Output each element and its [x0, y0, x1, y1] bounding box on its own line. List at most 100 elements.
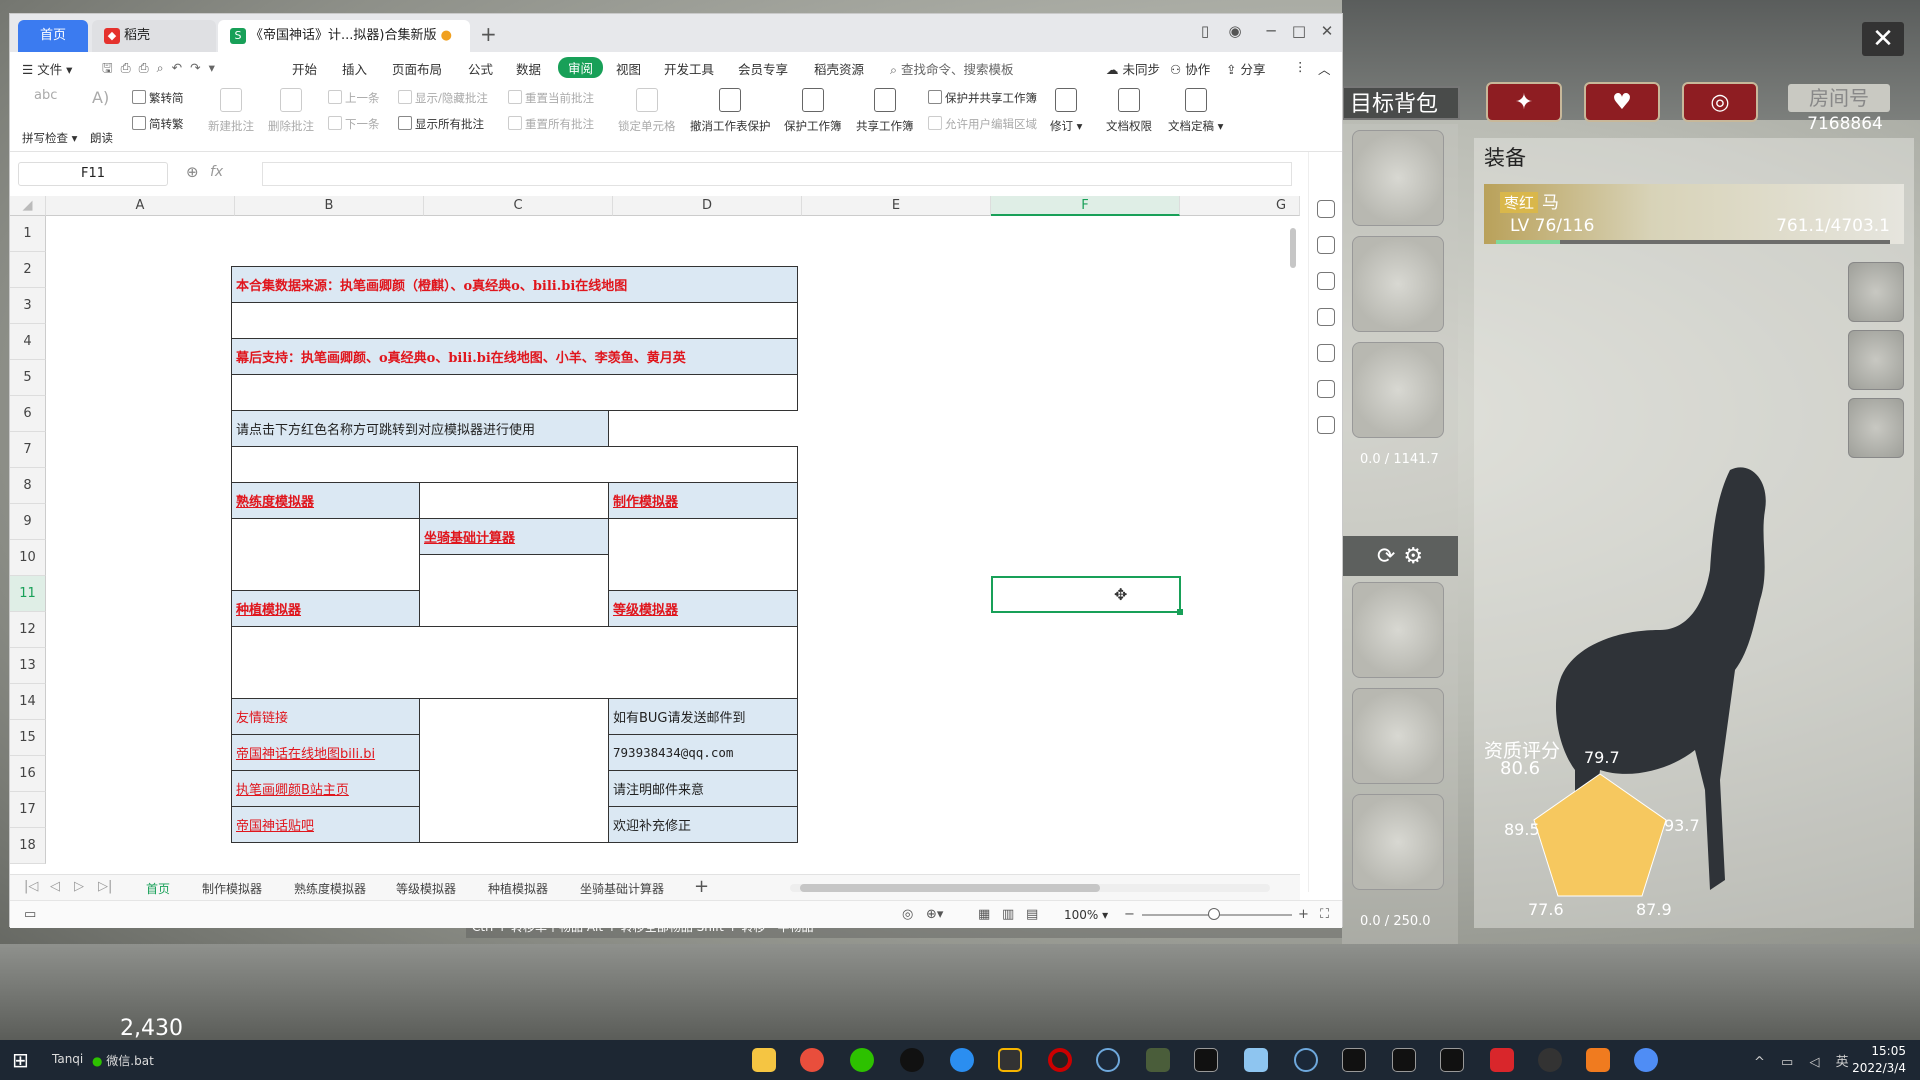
fx-icon[interactable]: fx [210, 164, 223, 180]
qq-icon[interactable] [900, 1048, 924, 1072]
file-menu[interactable]: ☰ 文件 ▾ [22, 59, 72, 78]
row-header[interactable]: 1 [10, 216, 46, 252]
taskbar-wechat-item[interactable]: ● 微信.bat [92, 1052, 154, 1069]
menu-page-layout[interactable]: 页面布局 [392, 59, 442, 78]
blue-app-icon[interactable] [1634, 1048, 1658, 1072]
g-app-icon[interactable] [998, 1048, 1022, 1072]
menu-docer-resources[interactable]: 稻壳资源 [814, 59, 864, 78]
row-header[interactable]: 12 [10, 612, 46, 648]
m-app-icon[interactable] [1440, 1048, 1464, 1072]
menu-review[interactable]: 审阅 [558, 57, 604, 78]
sheet-tab-proficiency[interactable]: 熟练度模拟器 [294, 880, 366, 897]
row-header[interactable]: 13 [10, 648, 46, 684]
bag-slot[interactable] [1352, 342, 1444, 438]
pin-icon[interactable] [1317, 200, 1335, 218]
sort-icon[interactable]: ⚙ [1403, 544, 1423, 569]
column-header-c[interactable]: C [424, 196, 613, 216]
spreadsheet-grid[interactable]: ◢ A B C D E F G 1 2 3 4 5 6 7 8 9 10 11 … [10, 196, 1300, 886]
spell-check-button[interactable]: 拼写检查 ▾ [22, 130, 77, 146]
sync-status[interactable]: ☁ 未同步 [1106, 59, 1160, 78]
close-button[interactable]: ✕ [1314, 22, 1340, 44]
doc-permission-button[interactable]: 文档权限 [1106, 88, 1152, 134]
row-header[interactable]: 7 [10, 432, 46, 468]
refresh-icon[interactable]: ⟳ [1377, 544, 1395, 569]
collapse-ribbon-icon[interactable]: ︿ [1318, 59, 1331, 78]
empty-cell[interactable] [231, 374, 798, 411]
feather-app-icon[interactable] [1244, 1048, 1268, 1072]
menu-view[interactable]: 视图 [616, 59, 641, 78]
empty-cell[interactable] [231, 626, 798, 699]
friend-links-header[interactable]: 友情链接 [231, 698, 420, 735]
name-box[interactable]: F11 [18, 162, 168, 186]
support-credit-cell[interactable]: 幕后支持：执笔画卿颜、o真经典o、bili.bi在线地图、小羊、李羡鱼、黄月英 [231, 338, 798, 375]
browser-icon[interactable] [800, 1048, 824, 1072]
row-header[interactable]: 16 [10, 756, 46, 792]
orange-app-icon[interactable] [1586, 1048, 1610, 1072]
format-icon[interactable] [1317, 308, 1335, 326]
level-simulator-link[interactable]: 等级模拟器 [608, 590, 798, 627]
planting-simulator-link[interactable]: 种植模拟器 [231, 590, 420, 627]
email-cell[interactable]: 793938434@qq.com [608, 734, 798, 771]
column-header-d[interactable]: D [613, 196, 802, 216]
revise-button[interactable]: 修订 ▾ [1050, 88, 1082, 134]
bug-report-cell[interactable]: 如有BUG请发送邮件到 [608, 698, 798, 735]
row-header[interactable]: 14 [10, 684, 46, 720]
instruction-cell[interactable]: 请点击下方红色名称方可跳转到对应模拟器进行使用 [231, 410, 609, 447]
pointer-icon[interactable] [1317, 236, 1335, 254]
formula-input[interactable] [262, 162, 1292, 186]
doc-finalize-button[interactable]: 文档定稿 ▾ [1168, 88, 1223, 134]
bag-slot[interactable] [1352, 236, 1444, 332]
empty-cell[interactable] [419, 482, 609, 519]
blanket-slot-icon[interactable] [1848, 398, 1904, 458]
new-tab-button[interactable]: + [480, 22, 497, 46]
avatar-icon[interactable]: ◉ [1222, 22, 1248, 44]
help-icon[interactable] [1317, 344, 1335, 362]
vertical-scrollbar[interactable] [1288, 204, 1298, 874]
center-icon[interactable]: ⊕▾ [926, 907, 943, 922]
location-icon[interactable] [1317, 416, 1335, 434]
steam-alt-icon[interactable] [1294, 1048, 1318, 1072]
system-tray[interactable]: ^ ▭ ◁ 英 [1754, 1051, 1855, 1070]
row-header[interactable]: 2 [10, 252, 46, 288]
row-header[interactable]: 9 [10, 504, 46, 540]
zoom-out-icon[interactable]: − [1124, 907, 1135, 922]
allow-edit-ranges-button[interactable]: 允许用户编辑区域 [928, 116, 1037, 132]
m-app-icon[interactable] [1342, 1048, 1366, 1072]
menu-member[interactable]: 会员专享 [738, 59, 788, 78]
show-all-comments-button[interactable]: 显示所有批注 [398, 116, 484, 132]
note-intent-cell[interactable]: 请注明邮件来意 [608, 770, 798, 807]
empty-cell[interactable] [231, 302, 798, 339]
chrome-icon[interactable] [950, 1048, 974, 1072]
source-credit-cell[interactable]: 本合集数据来源：执笔画卿颜（橙麒）、o真经典o、bili.bi在线地图 [231, 266, 798, 303]
select-all-corner[interactable]: ◢ [10, 196, 46, 216]
next-comment-button[interactable]: 下一条 [328, 116, 380, 132]
command-search[interactable]: ⌕ 查找命令、搜索模板 [890, 59, 1014, 78]
menu-formula[interactable]: 公式 [468, 59, 493, 78]
clock[interactable]: 15:05 2022/3/4 [1846, 1043, 1906, 1077]
menu-insert[interactable]: 插入 [342, 59, 367, 78]
dark-app-icon[interactable] [1538, 1048, 1562, 1072]
backup-icon[interactable] [1317, 380, 1335, 398]
normal-view-icon[interactable]: ▦ [978, 907, 990, 922]
record-icon[interactable] [1048, 1048, 1072, 1072]
empty-cell[interactable] [608, 518, 798, 591]
column-header-a[interactable]: A [46, 196, 235, 216]
empty-cell[interactable] [231, 446, 798, 483]
sheet-tab-mount[interactable]: 坐骑基础计算器 [580, 880, 664, 897]
macro-icon[interactable]: ▭ [24, 907, 36, 922]
horizontal-scroll-thumb[interactable] [800, 884, 1100, 892]
empty-cell[interactable] [419, 698, 609, 843]
fullscreen-icon[interactable]: ⛶ [1320, 907, 1329, 922]
protect-and-share-button[interactable]: 保护并共享工作簿 [928, 90, 1037, 106]
row-header[interactable]: 11 [10, 576, 46, 612]
maximize-button[interactable]: □ [1286, 22, 1312, 44]
quick-access-toolbar[interactable]: 🖫⎙⎙⌕↶↷▾ [102, 59, 223, 80]
reset-comment-button[interactable]: 重置当前批注 [508, 90, 594, 106]
empty-cell[interactable] [231, 518, 420, 591]
add-sheet-button[interactable]: + [694, 876, 709, 897]
sheet-tab-planting[interactable]: 种植模拟器 [488, 880, 548, 897]
file-explorer-icon[interactable] [752, 1048, 776, 1072]
column-header-e[interactable]: E [802, 196, 991, 216]
wechat-app-icon[interactable] [850, 1048, 874, 1072]
row-header[interactable]: 10 [10, 540, 46, 576]
